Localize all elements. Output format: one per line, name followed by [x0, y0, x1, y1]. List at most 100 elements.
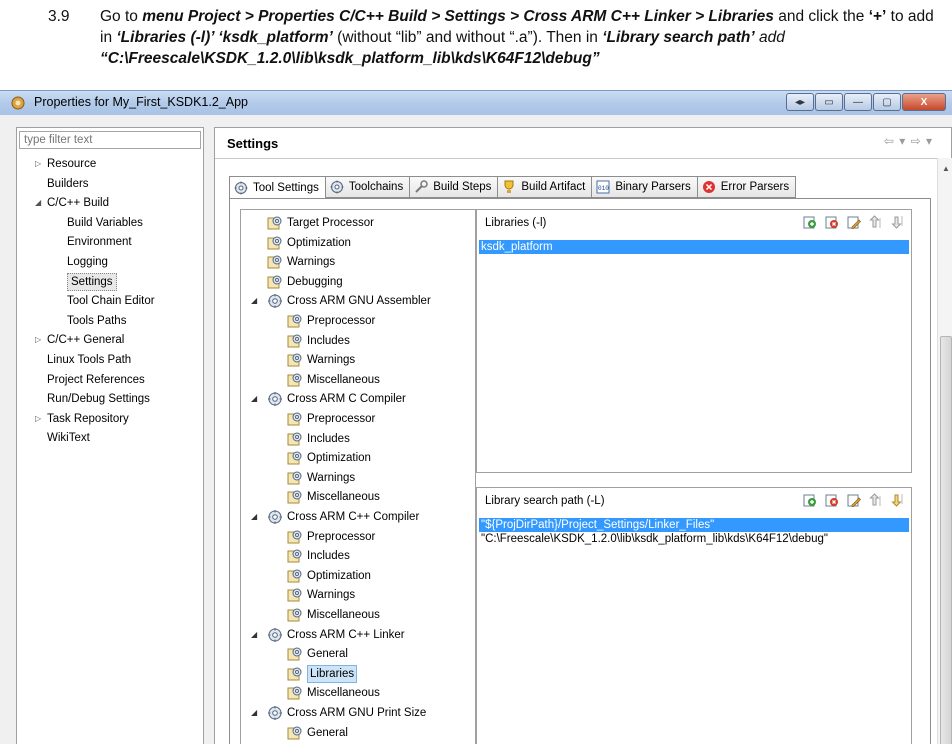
tree-setting-node[interactable]: Includes [287, 430, 350, 448]
sidebar-item[interactable]: ◢ C/C++ Build [35, 194, 110, 212]
sidebar-item[interactable]: ▷ C/C++ General [35, 331, 125, 349]
tree-tool-node[interactable]: ◢ Cross ARM GNU Print Size [251, 704, 426, 722]
tree-tool-node[interactable]: ◢ Cross ARM C++ Compiler [251, 508, 419, 526]
settings-page-icon [287, 587, 303, 603]
move-up-icon[interactable] [869, 215, 883, 229]
sidebar-item[interactable]: Tools Paths [67, 312, 126, 330]
edit-icon[interactable] [847, 215, 861, 229]
tree-setting-node[interactable]: Optimization [267, 234, 351, 252]
sidebar-item[interactable]: Project References [47, 371, 145, 389]
sidebar-item[interactable]: WikiText [47, 429, 90, 447]
filter-input[interactable] [19, 131, 201, 149]
add-icon[interactable] [803, 493, 817, 507]
collapse-icon[interactable]: ◢ [251, 626, 257, 644]
expand-icon[interactable]: ▷ [35, 331, 41, 349]
tab-binary-parsers[interactable]: 010 Binary Parsers [592, 176, 698, 198]
list-item[interactable]: "C:\Freescale\KSDK_1.2.0\lib\ksdk_platfo… [479, 532, 909, 546]
tab-toolchains[interactable]: Toolchains [325, 176, 411, 198]
tab-tool-settings[interactable]: Tool Settings [229, 176, 326, 199]
sidebar-item[interactable]: Run/Debug Settings [47, 390, 150, 408]
window-controls: ◂▸ ▭ — ▢ X [786, 93, 946, 112]
move-down-icon[interactable] [891, 493, 905, 507]
tree-setting-node[interactable]: Warnings [267, 253, 335, 271]
tree-tool-node[interactable]: ◢ Cross ARM GNU Assembler [251, 292, 431, 310]
sidebar-item[interactable]: Builders [47, 175, 89, 193]
move-down-icon[interactable] [891, 215, 905, 229]
tree-setting-node[interactable]: Includes [287, 332, 350, 350]
tree-setting-node[interactable]: General [287, 645, 348, 663]
instr-search-label: ‘Library search path’ [602, 29, 755, 46]
sidebar-item[interactable]: Build Variables [67, 214, 143, 232]
delete-icon[interactable] [825, 215, 839, 229]
settings-page-icon [287, 568, 303, 584]
settings-page-icon [287, 646, 303, 662]
add-icon[interactable] [803, 215, 817, 229]
sidebar-item[interactable]: Linux Tools Path [47, 351, 131, 369]
tab-build-steps[interactable]: Build Steps [410, 176, 499, 198]
expand-icon[interactable]: ▷ [35, 410, 41, 428]
tree-node-label: Optimization [307, 569, 371, 582]
move-up-icon[interactable] [869, 493, 883, 507]
tree-setting-node[interactable]: Optimization [287, 449, 371, 467]
tree-node-label: Optimization [307, 452, 371, 465]
collapse-icon[interactable]: ◢ [251, 390, 257, 408]
title-bar[interactable]: Properties for My_First_KSDK1.2_App ◂▸ ▭… [0, 91, 952, 115]
tree-setting-node[interactable]: Miscellaneous [287, 488, 380, 506]
scrollbar-thumb[interactable] [940, 336, 952, 744]
sidebar-item-label: C/C++ General [47, 334, 125, 347]
sidebar-item[interactable]: ▷ Task Repository [35, 410, 129, 428]
tree-setting-node[interactable]: Miscellaneous [287, 371, 380, 389]
edit-icon[interactable] [847, 493, 861, 507]
tree-node-label: Debugging [287, 275, 343, 288]
restore-layout-button[interactable]: ◂▸ [786, 93, 814, 111]
tree-setting-node[interactable]: Debugging [267, 273, 343, 291]
sidebar-item[interactable]: Environment [67, 233, 132, 251]
settings-page-icon [287, 607, 303, 623]
collapse-icon[interactable]: ◢ [251, 292, 257, 310]
trophy-icon [502, 180, 516, 194]
sidebar-item[interactable]: Logging [67, 253, 108, 271]
delete-icon[interactable] [825, 493, 839, 507]
tree-setting-node[interactable]: Warnings [287, 469, 355, 487]
sidebar-item[interactable]: ▷ Resource [35, 155, 96, 173]
tree-node-label: General [307, 648, 348, 661]
sidebar-item-label: C/C++ Build [47, 197, 110, 210]
vertical-scrollbar[interactable]: ▲ [937, 158, 952, 744]
settings-page-icon [287, 470, 303, 486]
page-title: Settings [227, 136, 279, 151]
minimize-button[interactable]: — [844, 93, 872, 111]
collapse-icon[interactable]: ◢ [35, 194, 41, 212]
expand-icon[interactable]: ▷ [35, 155, 41, 173]
sidebar-item[interactable]: Settings [67, 272, 117, 291]
tree-setting-node[interactable]: Includes [287, 547, 350, 565]
settings-page-icon [287, 529, 303, 545]
tree-setting-node[interactable]: Preprocessor [287, 410, 375, 428]
history-nav-arrows[interactable]: ⇦ ▾ ⇨ ▾ [884, 134, 933, 148]
list-item[interactable]: ksdk_platform [479, 240, 909, 254]
maximize-button[interactable]: ▢ [873, 93, 901, 111]
step-number: 3.9 [48, 8, 70, 25]
tab-build-artifact[interactable]: Build Artifact [498, 176, 593, 198]
tree-setting-node[interactable]: Libraries [287, 664, 358, 683]
close-button[interactable]: X [902, 93, 946, 111]
tree-setting-node[interactable]: Warnings [287, 586, 355, 604]
tree-setting-node[interactable]: Miscellaneous [287, 684, 380, 702]
snap-button[interactable]: ▭ [815, 93, 843, 111]
tree-setting-node[interactable]: Miscellaneous [287, 606, 380, 624]
tree-setting-node[interactable]: Preprocessor [287, 528, 375, 546]
tree-tool-node[interactable]: ◢ Cross ARM C++ Linker [251, 626, 405, 644]
tree-setting-node[interactable]: Warnings [287, 351, 355, 369]
list-item[interactable]: "${ProjDirPath}/Project_Settings/Linker_… [479, 518, 909, 532]
collapse-icon[interactable]: ◢ [251, 508, 257, 526]
sidebar-item[interactable]: Tool Chain Editor [67, 292, 155, 310]
tree-setting-node[interactable]: General [287, 724, 348, 742]
tree-tool-node[interactable]: ◢ Cross ARM C Compiler [251, 390, 406, 408]
tree-setting-node[interactable]: Target Processor [267, 214, 374, 232]
tree-node-label: Includes [307, 432, 350, 445]
tree-setting-node[interactable]: Optimization [287, 567, 371, 585]
collapse-icon[interactable]: ◢ [251, 704, 257, 722]
scroll-up-icon[interactable]: ▲ [942, 164, 950, 173]
tree-setting-node[interactable]: Preprocessor [287, 312, 375, 330]
settings-page-icon [287, 333, 303, 349]
tab-error-parsers[interactable]: Error Parsers [697, 176, 797, 198]
